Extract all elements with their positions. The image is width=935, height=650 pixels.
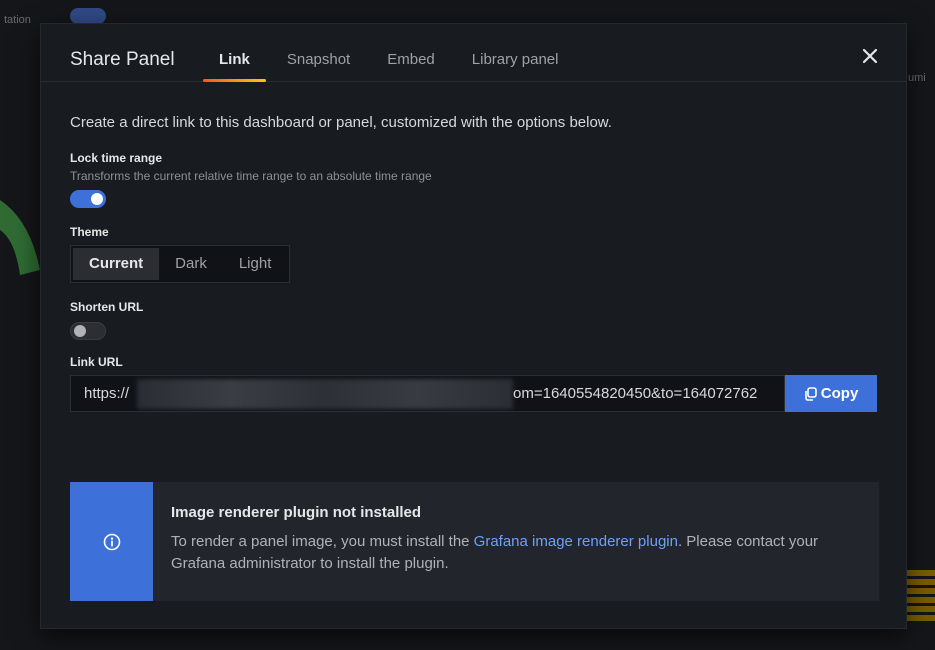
- tab-library-panel[interactable]: Library panel: [472, 51, 559, 82]
- shorten-url-label: Shorten URL: [70, 300, 144, 314]
- link-url-label: Link URL: [70, 355, 123, 369]
- link-url-input[interactable]: https:// om=1640554820450&to=164072762: [70, 375, 786, 412]
- copy-button[interactable]: Copy: [785, 375, 877, 412]
- alert-content: Image renderer plugin not installed To r…: [153, 482, 879, 601]
- lock-time-range-label: Lock time range: [70, 151, 163, 165]
- link-url-redacted: [137, 379, 513, 409]
- close-icon[interactable]: [860, 46, 880, 66]
- tab-embed[interactable]: Embed: [387, 51, 435, 82]
- background-toggle: [70, 8, 106, 24]
- modal-header: Share Panel Link Snapshot Embed Library …: [41, 24, 906, 82]
- alert-icon-box: [70, 482, 153, 601]
- lock-time-range-toggle[interactable]: [70, 190, 106, 208]
- link-url-prefix: https://: [84, 385, 130, 402]
- copy-icon: [804, 386, 817, 401]
- background-gauge: [0, 200, 40, 275]
- alert-text-before: To render a panel image, you must instal…: [171, 533, 474, 550]
- theme-field: Theme Current Dark Light: [70, 225, 877, 283]
- share-panel-modal: Share Panel Link Snapshot Embed Library …: [40, 23, 907, 629]
- link-url-suffix: om=1640554820450&to=164072762: [513, 385, 758, 402]
- theme-label: Theme: [70, 225, 109, 239]
- lock-time-range-description: Transforms the current relative time ran…: [70, 169, 432, 183]
- shorten-url-toggle[interactable]: [70, 322, 106, 340]
- background-label-left: tation: [4, 14, 31, 26]
- tab-link[interactable]: Link: [203, 51, 266, 82]
- alert-text: To render a panel image, you must instal…: [171, 531, 861, 575]
- theme-option-light[interactable]: Light: [223, 248, 288, 280]
- lock-time-range-field: Lock time range Transforms the current r…: [70, 151, 877, 208]
- modal-title: Share Panel: [70, 49, 175, 70]
- background-label-right: umi: [908, 72, 926, 84]
- link-tab-content: Create a direct link to this dashboard o…: [70, 114, 877, 412]
- copy-label: Copy: [820, 385, 859, 402]
- share-tabs: Link Snapshot Embed Library panel: [203, 51, 595, 82]
- link-url-field: Link URL https:// om=1640554820450&to=16…: [70, 355, 877, 412]
- renderer-alert: Image renderer plugin not installed To r…: [70, 482, 879, 601]
- renderer-plugin-link[interactable]: Grafana image renderer plugin: [474, 533, 678, 550]
- theme-option-dark[interactable]: Dark: [159, 248, 223, 280]
- link-description: Create a direct link to this dashboard o…: [70, 114, 612, 131]
- link-url-row: https:// om=1640554820450&to=164072762 C…: [70, 375, 877, 412]
- shorten-url-field: Shorten URL: [70, 300, 877, 340]
- alert-title: Image renderer plugin not installed: [171, 504, 422, 521]
- info-icon: [103, 533, 120, 550]
- theme-radio-group: Current Dark Light: [70, 245, 291, 283]
- theme-option-current[interactable]: Current: [73, 248, 160, 280]
- tab-snapshot[interactable]: Snapshot: [287, 51, 350, 82]
